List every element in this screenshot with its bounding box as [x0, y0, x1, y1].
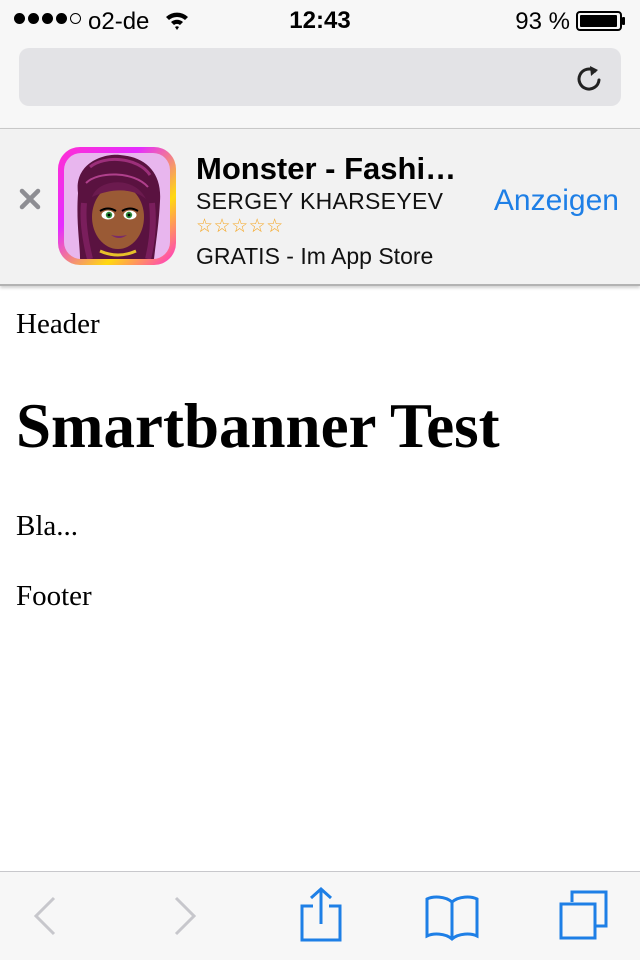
address-field[interactable]: [19, 48, 621, 106]
status-bar: o2-de 12:43 93 %: [0, 0, 640, 40]
page-header-text: Header: [16, 308, 100, 340]
close-icon[interactable]: [18, 187, 42, 211]
page-footer-text: Footer: [16, 580, 92, 612]
bookmarks-icon[interactable]: [425, 894, 479, 942]
bottom-toolbar: [0, 871, 640, 960]
back-chevron-icon[interactable]: [30, 888, 58, 944]
address-bar-area: [0, 40, 640, 128]
app-price: GRATIS - Im App Store: [196, 243, 434, 269]
monster-girl-icon: [64, 153, 170, 259]
reload-icon[interactable]: [575, 62, 605, 94]
app-name: Monster - Fashi…: [196, 151, 457, 186]
app-developer: SERGEY KHARSEYEV: [196, 188, 444, 214]
view-app-button[interactable]: Anzeigen: [494, 184, 619, 218]
share-icon[interactable]: [299, 886, 343, 942]
forward-chevron-icon[interactable]: [172, 888, 200, 944]
rating-stars: ☆☆☆☆☆: [196, 215, 284, 237]
page-body-text: Bla...: [16, 510, 79, 542]
app-icon[interactable]: [58, 147, 176, 265]
battery-icon: [576, 11, 625, 31]
battery-percentage: 93 %: [515, 8, 570, 35]
page-title: Smartbanner Test: [16, 391, 500, 461]
tabs-icon[interactable]: [558, 890, 610, 942]
smart-app-banner: Monster - Fashi… SERGEY KHARSEYEV ☆☆☆☆☆ …: [0, 128, 640, 286]
